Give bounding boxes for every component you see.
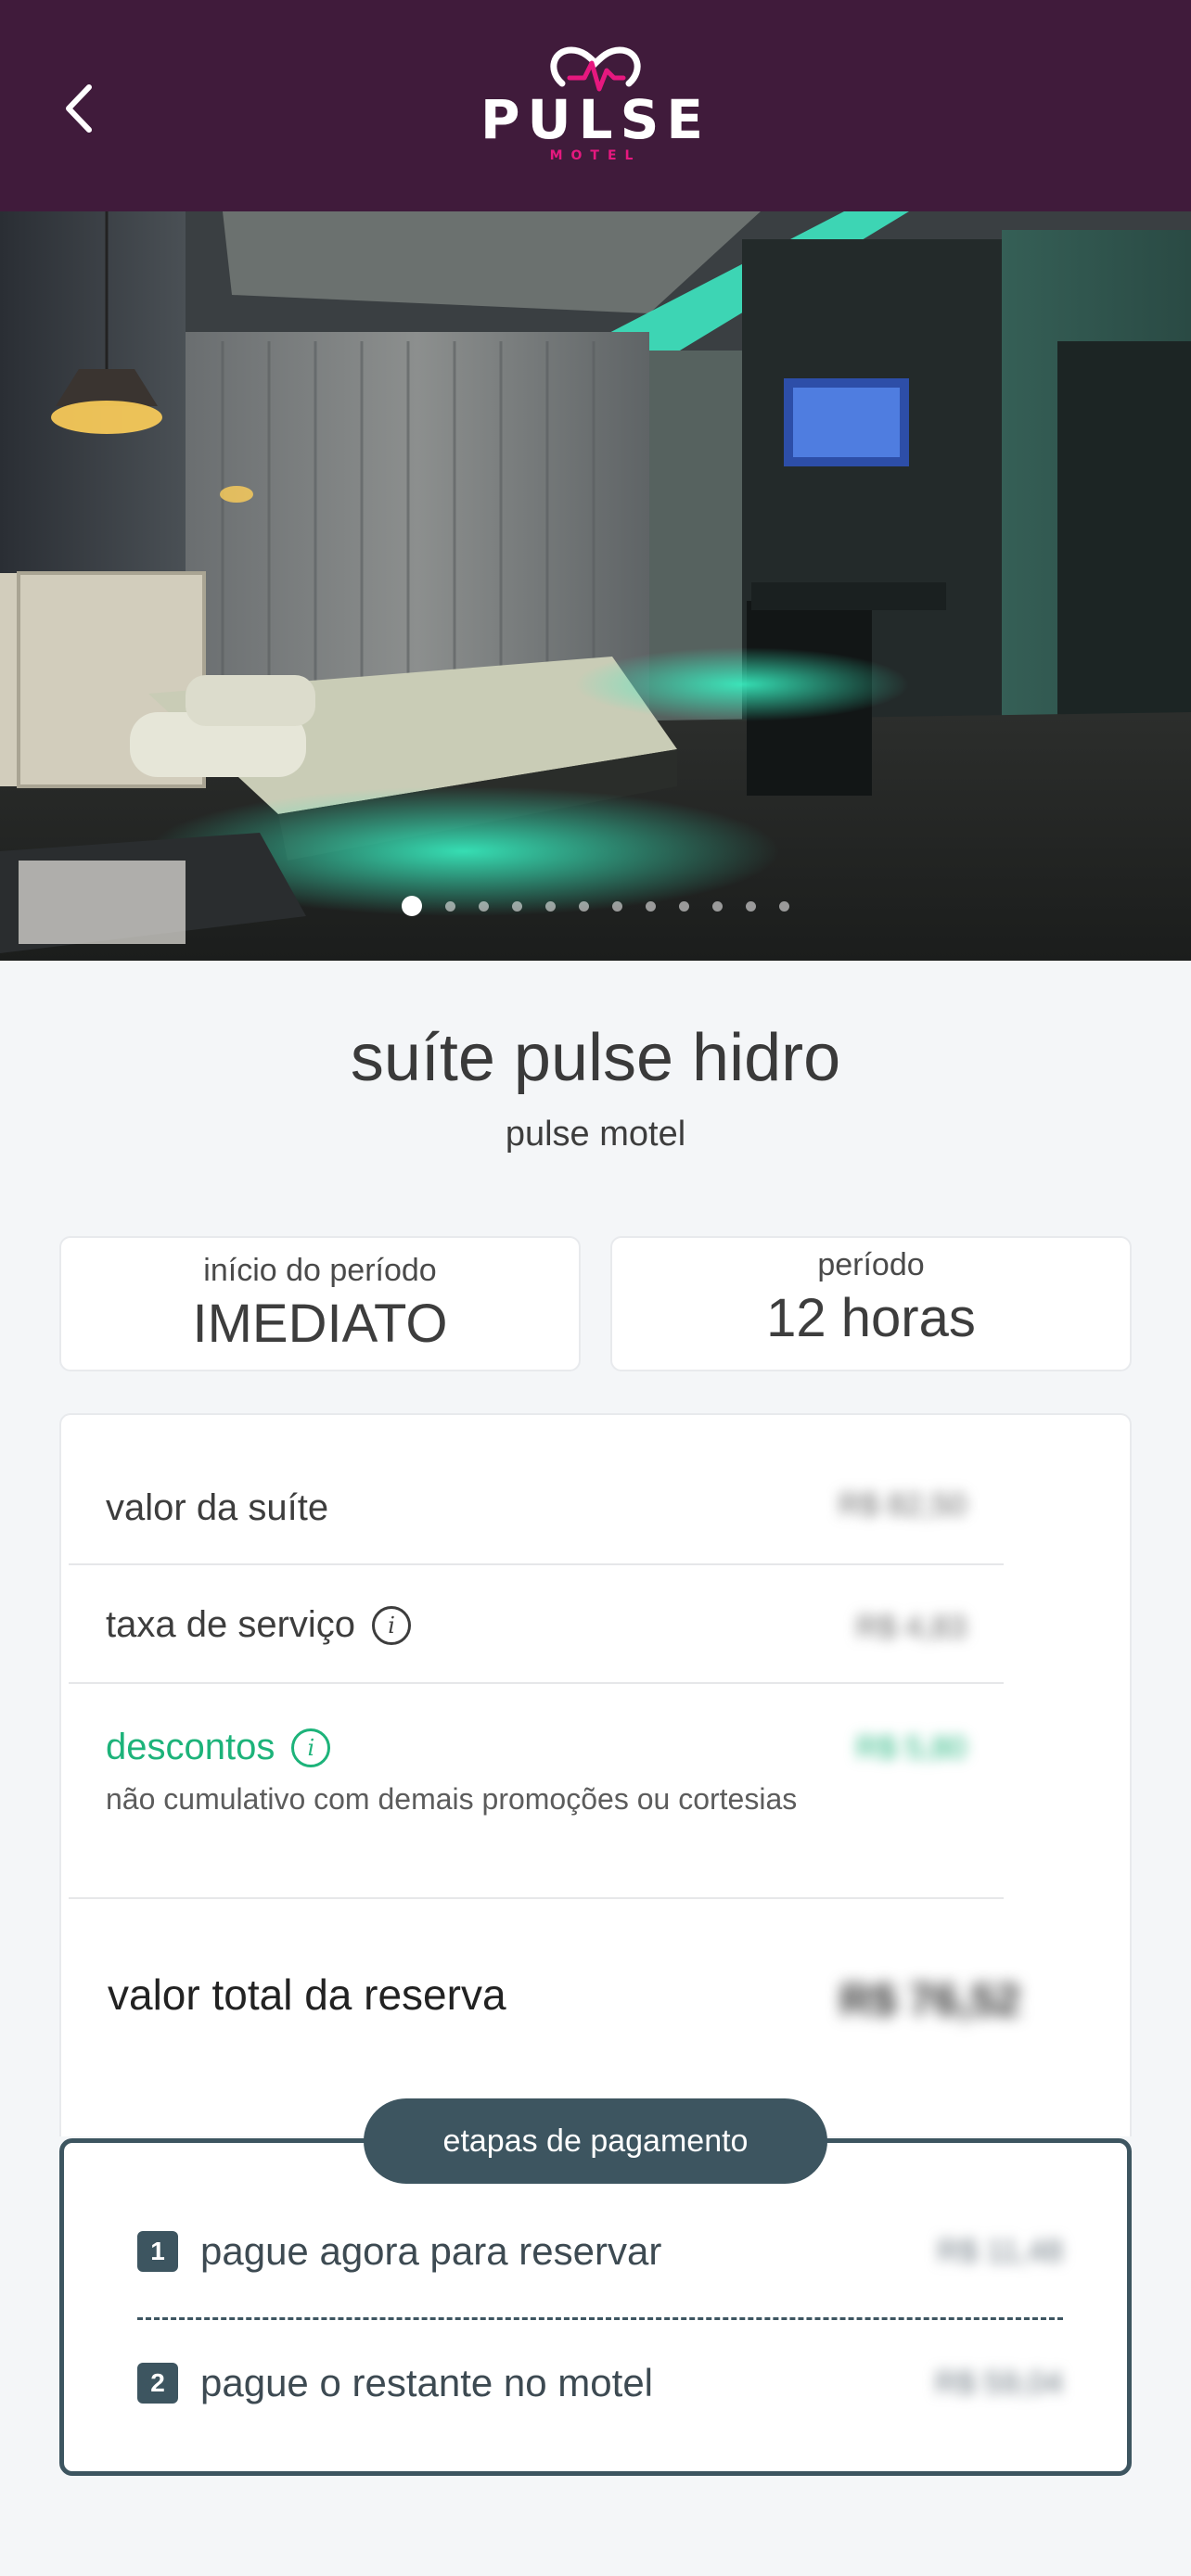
chevron-left-icon: [66, 84, 92, 133]
logo-subtext: MOTEL: [549, 148, 642, 163]
step-number-badge: 2: [137, 2363, 178, 2404]
suite-photo: [0, 211, 1191, 961]
total-amount: R$ 76,52: [839, 1976, 1020, 2025]
carousel-dot[interactable]: [612, 900, 622, 912]
period-duration-value: 12 horas: [766, 1288, 976, 1348]
suite-value-row: valor da suíte R$ 82,50: [69, 1447, 1004, 1565]
carousel-dot[interactable]: [512, 900, 522, 912]
service-fee-row: taxa de serviço i R$ 4,83: [69, 1565, 1004, 1684]
carousel-dot[interactable]: [712, 900, 723, 912]
carousel-dot[interactable]: [746, 900, 756, 912]
logo-wordmark: PULSE: [480, 88, 711, 151]
discounts-note: não cumulativo com demais promoções ou c…: [106, 1782, 798, 1816]
payment-step-2: 2 pague o restante no motel R$ 59,04: [137, 2361, 1063, 2405]
discounts-amount: R$ 5,80: [855, 1730, 967, 1766]
step-amount: R$ 59,04: [935, 2365, 1063, 2401]
period-duration-card[interactable]: período 12 horas: [610, 1236, 1132, 1371]
carousel-dot[interactable]: [545, 900, 556, 912]
carousel-dot[interactable]: [679, 900, 689, 912]
suite-title: suíte pulse hidro: [350, 1021, 841, 1095]
service-fee-label: taxa de serviço i: [106, 1604, 412, 1646]
suite-value-amount: R$ 82,50: [839, 1487, 967, 1523]
carousel-pagination[interactable]: [0, 892, 1191, 920]
carousel-dot[interactable]: [579, 900, 589, 912]
total-label: valor total da reserva: [108, 1970, 506, 2019]
payment-step-1: 1 pague agora para reservar R$ 11,48: [137, 2229, 1063, 2274]
info-icon[interactable]: i: [372, 1605, 412, 1645]
carousel-dot-active[interactable]: [402, 896, 422, 916]
discounts-label: descontos i: [106, 1727, 331, 1768]
period-start-card[interactable]: início do período IMEDIATO: [59, 1236, 581, 1371]
carousel-dot[interactable]: [479, 900, 489, 912]
dashed-divider: [137, 2317, 1063, 2320]
app-header: PULSE MOTEL: [0, 0, 1191, 211]
carousel-dot[interactable]: [646, 900, 656, 912]
suite-photo-carousel[interactable]: [0, 211, 1191, 961]
payment-steps-box: [59, 2138, 1132, 2476]
carousel-dot[interactable]: [445, 900, 455, 912]
carousel-dot[interactable]: [779, 900, 789, 912]
suite-value-label: valor da suíte: [106, 1487, 329, 1528]
step-label: pague agora para reservar: [200, 2229, 662, 2273]
period-start-value: IMEDIATO: [192, 1294, 448, 1354]
info-icon[interactable]: i: [291, 1728, 331, 1767]
pulse-motel-logo: PULSE MOTEL: [473, 46, 718, 167]
step-label: pague o restante no motel: [200, 2361, 654, 2404]
period-duration-label: período: [817, 1247, 925, 1282]
discounts-row: descontos i R$ 5,80 não cumulativo com d…: [69, 1684, 1004, 1899]
service-fee-amount: R$ 4,83: [855, 1610, 967, 1645]
period-start-label: início do período: [203, 1253, 437, 1288]
payment-steps-title: etapas de pagamento: [364, 2098, 827, 2184]
motel-name: pulse motel: [505, 1115, 686, 1154]
step-number-badge: 1: [137, 2231, 178, 2272]
back-button[interactable]: [46, 67, 111, 150]
step-amount: R$ 11,48: [937, 2233, 1063, 2269]
